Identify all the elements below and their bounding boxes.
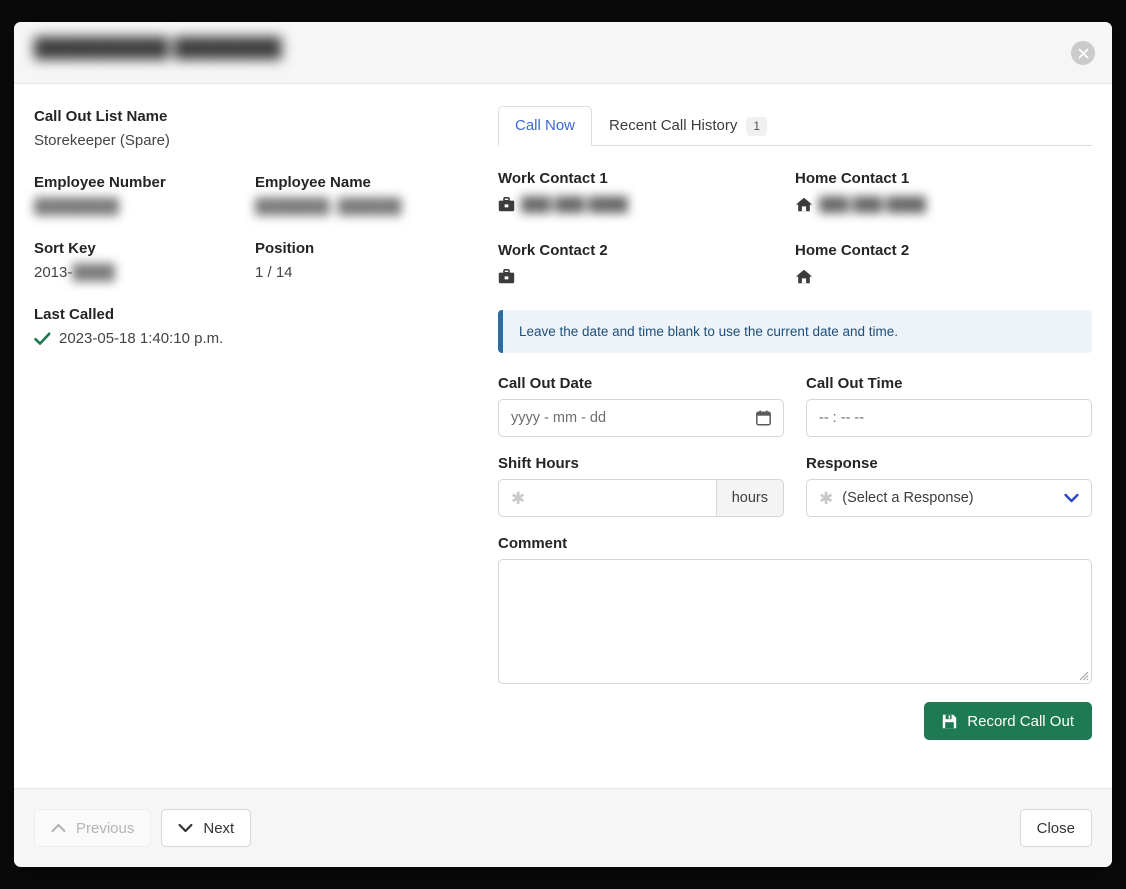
work-contact-1-value: ███ ███ ████ [521, 196, 628, 212]
call-out-time-placeholder: -- : -- -- [819, 410, 865, 426]
contacts-row-2: Work Contact 2 Home Contact 2 [498, 238, 1092, 288]
last-called-label: Last Called [34, 306, 115, 323]
chevron-down-icon [178, 823, 193, 833]
close-button-label: Close [1036, 819, 1075, 837]
work-contact-1-field: Work Contact 1 ███ ███ ████ [498, 166, 795, 216]
tab-call-now-label: Call Now [515, 117, 576, 134]
employee-name-label: Employee Name [255, 174, 371, 191]
tab-recent-call-history-badge: 1 [746, 116, 768, 136]
employee-name-field: Employee Name ███████, ██████ [255, 172, 476, 218]
response-group: Response ✱ (Select a Response) [806, 455, 1092, 517]
call-out-date-input[interactable]: yyyy - mm - dd [498, 399, 784, 437]
home-contact-1-value: ███ ███ ████ [819, 196, 926, 212]
sort-key-label: Sort Key [34, 240, 96, 257]
work-contact-2-field: Work Contact 2 [498, 238, 795, 288]
shift-hours-label: Shift Hours [498, 455, 579, 472]
tab-recent-call-history-label: Recent Call History [609, 117, 738, 134]
call-out-modal: ██████████ ████████ Call Out List Name S… [14, 22, 1112, 867]
resize-grip-icon[interactable] [1077, 669, 1089, 681]
call-out-time-input[interactable]: -- : -- -- [806, 399, 1092, 437]
call-out-date-label: Call Out Date [498, 375, 593, 392]
sort-key-prefix: 2013- [34, 264, 73, 281]
call-out-list-name-value: Storekeeper (Spare) [34, 132, 170, 149]
work-contact-2-label: Work Contact 2 [498, 242, 608, 259]
house-icon [795, 197, 813, 211]
employee-number-label: Employee Number [34, 174, 166, 191]
calendar-icon[interactable] [756, 410, 771, 426]
shift-hours-unit-addon: hours [715, 479, 784, 517]
house-icon [795, 269, 813, 283]
last-called-value: 2023-05-18 1:40:10 p.m. [59, 330, 224, 347]
record-call-out-label: Record Call Out [967, 712, 1074, 730]
employee-name-value: ███████, ██████ [255, 198, 402, 215]
close-x-glyph [1078, 48, 1088, 58]
shift-hours-group: Shift Hours ✱ hours [498, 455, 784, 517]
modal-footer: Previous Next Close [14, 788, 1112, 867]
position-value: 1 / 14 [255, 264, 293, 281]
tab-recent-call-history[interactable]: Recent Call History 1 [592, 106, 784, 146]
sort-key-redacted: ████ [72, 264, 115, 281]
sort-key-value: 2013-████ [34, 262, 255, 284]
info-alert-text: Leave the date and time blank to use the… [519, 324, 898, 339]
tab-bar: Call Now Recent Call History 1 [498, 106, 1092, 146]
briefcase-icon [498, 196, 515, 211]
employee-number-field: Employee Number ████████ [34, 172, 255, 218]
record-call-out-button[interactable]: Record Call Out [924, 702, 1092, 740]
chevron-up-icon [51, 823, 66, 833]
home-contact-2-field: Home Contact 2 [795, 238, 1092, 288]
response-select[interactable]: ✱ (Select a Response) [806, 479, 1092, 517]
sort-key-field: Sort Key 2013-████ [34, 238, 255, 284]
green-check-icon [34, 332, 51, 345]
position-field: Position 1 / 14 [255, 238, 476, 284]
chevron-down-icon[interactable] [1064, 493, 1079, 503]
required-asterisk-icon: ✱ [511, 488, 526, 508]
close-icon[interactable] [1071, 41, 1095, 65]
comment-textarea[interactable] [498, 559, 1092, 684]
call-out-list-name-label: Call Out List Name [34, 108, 168, 125]
call-out-time-group: Call Out Time -- : -- -- [806, 375, 1092, 437]
call-out-time-label: Call Out Time [806, 375, 903, 392]
call-out-date-placeholder: yyyy - mm - dd [511, 410, 607, 426]
response-selected-value: (Select a Response) [842, 490, 974, 506]
modal-header: ██████████ ████████ [14, 22, 1112, 84]
call-panel: Call Now Recent Call History 1 Work Cont… [486, 106, 1092, 740]
employee-details-panel: Call Out List Name Storekeeper (Spare) E… [34, 106, 486, 740]
close-button[interactable]: Close [1019, 809, 1092, 847]
save-icon [943, 714, 957, 728]
required-asterisk-icon: ✱ [819, 488, 834, 508]
next-label: Next [203, 819, 235, 837]
previous-button[interactable]: Previous [34, 809, 152, 847]
home-contact-2-label: Home Contact 2 [795, 242, 910, 259]
last-called-field: Last Called 2023-05-18 1:40:10 p.m. [34, 304, 476, 350]
call-out-date-group: Call Out Date yyyy - mm - dd [498, 375, 784, 437]
info-alert: Leave the date and time blank to use the… [498, 310, 1092, 353]
work-contact-1-label: Work Contact 1 [498, 170, 608, 187]
position-label: Position [255, 240, 315, 257]
briefcase-icon [498, 268, 515, 283]
next-button[interactable]: Next [161, 809, 252, 847]
shift-hours-input[interactable]: ✱ [498, 479, 716, 517]
tab-call-now[interactable]: Call Now [498, 106, 593, 146]
comment-label: Comment [498, 535, 568, 552]
home-contact-1-label: Home Contact 1 [795, 170, 910, 187]
comment-group: Comment [498, 535, 1092, 684]
employee-number-value: ████████ [34, 198, 120, 215]
response-label: Response [806, 455, 878, 472]
call-out-list-field: Call Out List Name Storekeeper (Spare) [34, 106, 476, 152]
contacts-row-1: Work Contact 1 ███ ███ ████ Home Contact… [498, 166, 1092, 216]
previous-label: Previous [76, 819, 135, 837]
home-contact-1-field: Home Contact 1 ███ ███ ████ [795, 166, 1092, 216]
modal-body: Call Out List Name Storekeeper (Spare) E… [14, 84, 1112, 788]
page-title: ██████████ ████████ [34, 38, 282, 59]
